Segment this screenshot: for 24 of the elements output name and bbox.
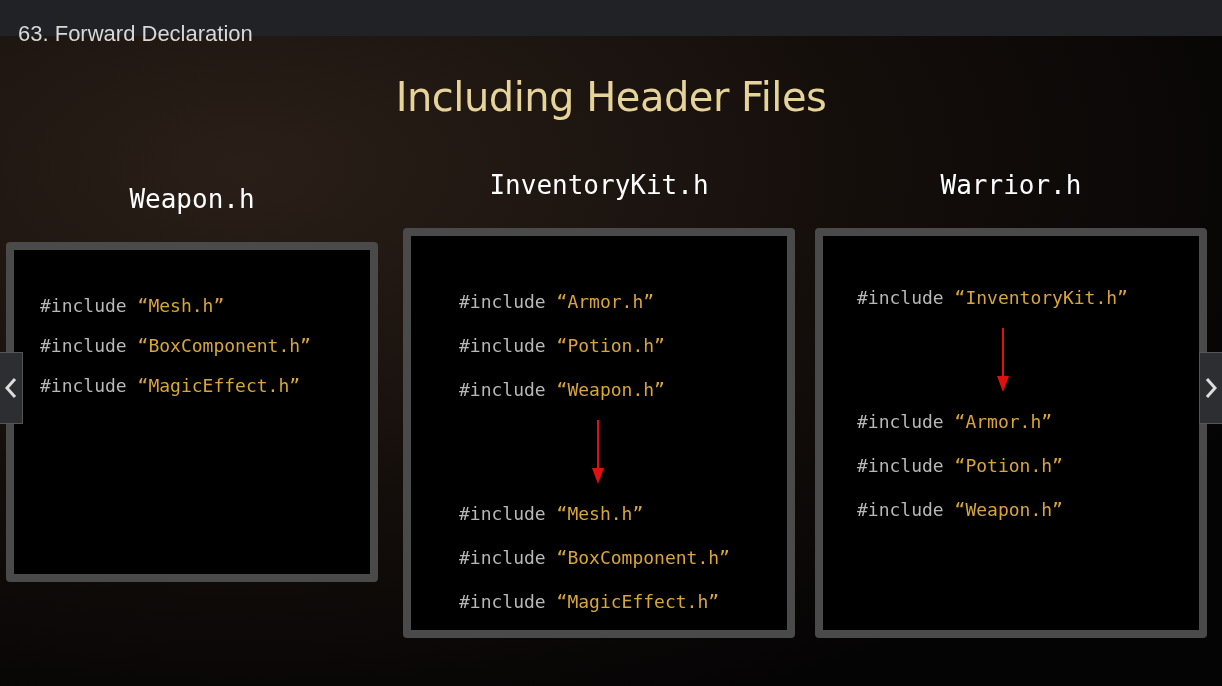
down-arrow-icon (997, 328, 1009, 392)
include-line: #include “Armor.h” (857, 410, 1053, 434)
slide-title: Including Header Files (395, 74, 827, 120)
chevron-left-icon (5, 377, 17, 399)
include-line: #include “InventoryKit.h” (857, 286, 1128, 310)
file-heading: Warrior.h (940, 170, 1082, 202)
include-line: #include “Weapon.h” (459, 378, 665, 402)
include-line: #include “Potion.h” (857, 454, 1063, 478)
include-line: #include “MagicEffect.h” (40, 374, 301, 398)
include-line: #include “Armor.h” (459, 290, 655, 314)
chevron-right-icon (1205, 377, 1217, 399)
include-line: #include “BoxComponent.h” (459, 546, 730, 570)
include-line: #include “MagicEffect.h” (459, 590, 720, 614)
next-button[interactable] (1199, 352, 1222, 424)
previous-button[interactable] (0, 352, 23, 424)
include-line: #include “Mesh.h” (459, 502, 644, 526)
include-line: #include “Weapon.h” (857, 498, 1063, 522)
file-heading: Weapon.h (129, 184, 255, 216)
include-line: #include “Potion.h” (459, 334, 665, 358)
lecture-title: 63. Forward Declaration (18, 21, 253, 47)
file-heading: InventoryKit.h (489, 170, 709, 202)
include-line: #include “BoxComponent.h” (40, 334, 311, 358)
down-arrow-icon (592, 420, 604, 484)
include-line: #include “Mesh.h” (40, 294, 225, 318)
